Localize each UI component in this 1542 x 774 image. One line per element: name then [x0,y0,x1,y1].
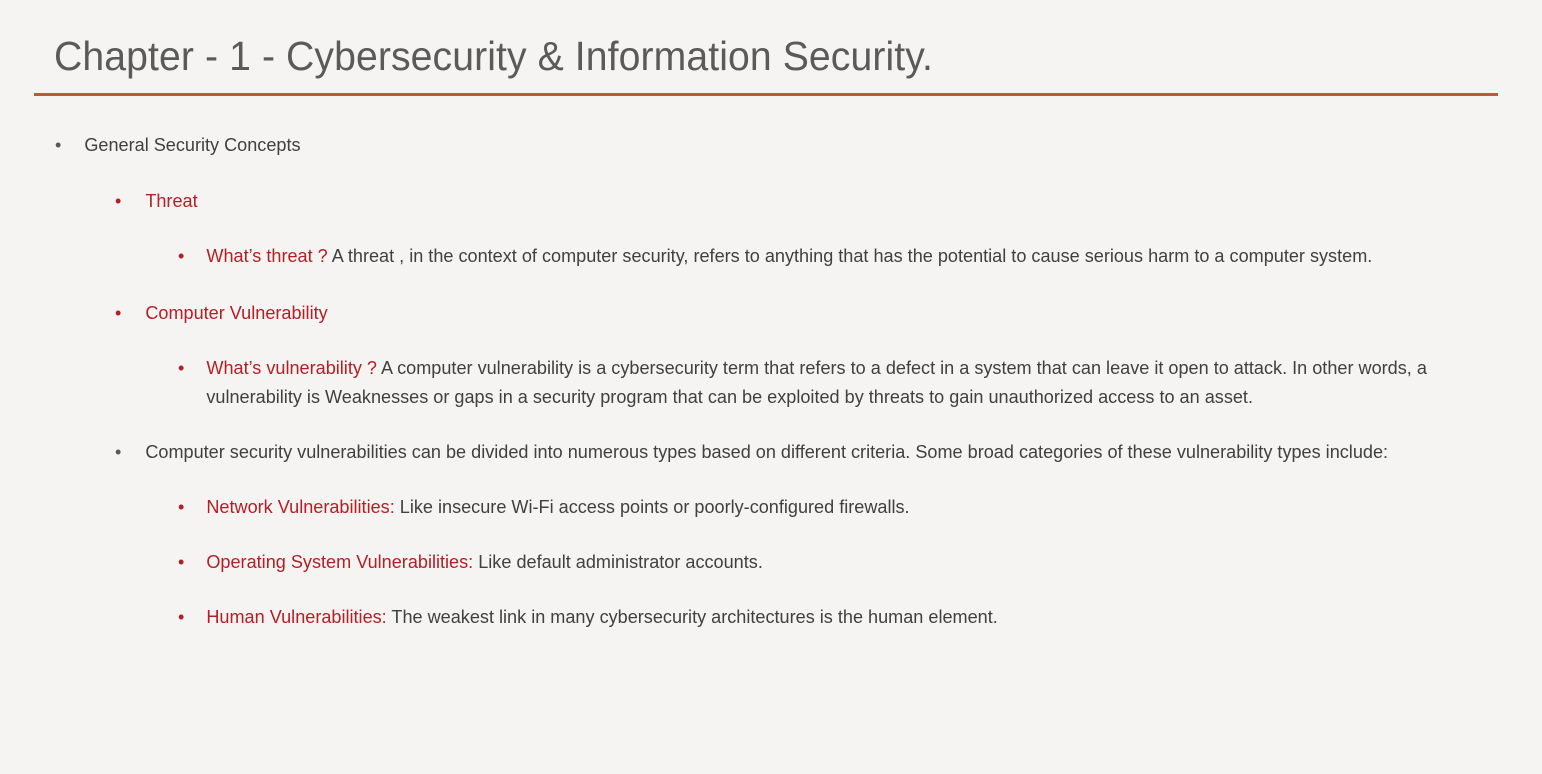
list-item-lead: What’s vulnerability ? [206,356,377,378]
title-divider [34,92,1498,96]
list-item-body: Like default administrator accounts. [473,550,763,572]
list-item-text: Computer Vulnerability [145,301,328,323]
list-item-text: General Security Concepts [84,134,301,155]
list-item-text: Threat [145,190,198,212]
list-item-lead: Operating System Vulnerabilities: [206,550,474,572]
list-item-text: Computer security vulnerabilities can be… [145,441,1389,463]
bullet-icon: • [178,550,185,572]
list-item-lead: Network Vulnerabilities: [206,495,395,517]
list-item: • Network Vulnerabilities: Like insecure… [178,492,1512,521]
list-item: • General Security Concepts [55,130,1509,159]
list-item: • Computer Vulnerability [115,298,1511,327]
list-item: • What’s threat ? A threat , in the cont… [178,241,1512,270]
list-item-body: A threat , in the context of computer se… [327,245,1373,267]
list-item: • Human Vulnerabilities: The weakest lin… [178,602,1512,631]
bullet-icon: • [178,245,185,267]
slide-body: • General Security Concepts • Threat • W… [0,130,1542,631]
bullet-icon: • [115,190,122,212]
title-block: Chapter - 1 - Cybersecurity & Informatio… [34,33,1498,96]
bullet-icon: • [178,495,185,517]
list-item: • Operating System Vulnerabilities: Like… [178,547,1512,576]
list-item-lead: What’s threat ? [206,245,328,267]
list-item: • Computer security vulnerabilities can … [115,437,1407,466]
list-item-text: Operating System Vulnerabilities: Like d… [206,547,1512,576]
list-item-text: What’s threat ? A threat , in the contex… [206,241,1512,270]
bullet-icon: • [55,134,62,155]
bullet-icon: • [178,605,185,627]
slide-canvas: Chapter - 1 - Cybersecurity & Informatio… [0,0,1542,774]
list-item-body: A computer vulnerability is a cybersecur… [206,356,1427,408]
list-item-body: The weakest link in many cybersecurity a… [386,605,998,627]
list-item-lead: Human Vulnerabilities: [206,605,387,627]
list-item-text: What’s vulnerability ? A computer vulner… [206,353,1477,411]
list-item: • Threat [115,186,1511,215]
bullet-icon: • [178,356,185,378]
list-item-text: Human Vulnerabilities: The weakest link … [206,602,1512,631]
list-item-text: Network Vulnerabilities: Like insecure W… [206,492,1512,521]
page-title: Chapter - 1 - Cybersecurity & Informatio… [54,33,933,79]
list-item: • What’s vulnerability ? A computer vuln… [178,353,1478,411]
bullet-icon: • [115,301,122,323]
bullet-icon: • [115,441,122,463]
list-item-body: Like insecure Wi-Fi access points or poo… [394,495,910,517]
